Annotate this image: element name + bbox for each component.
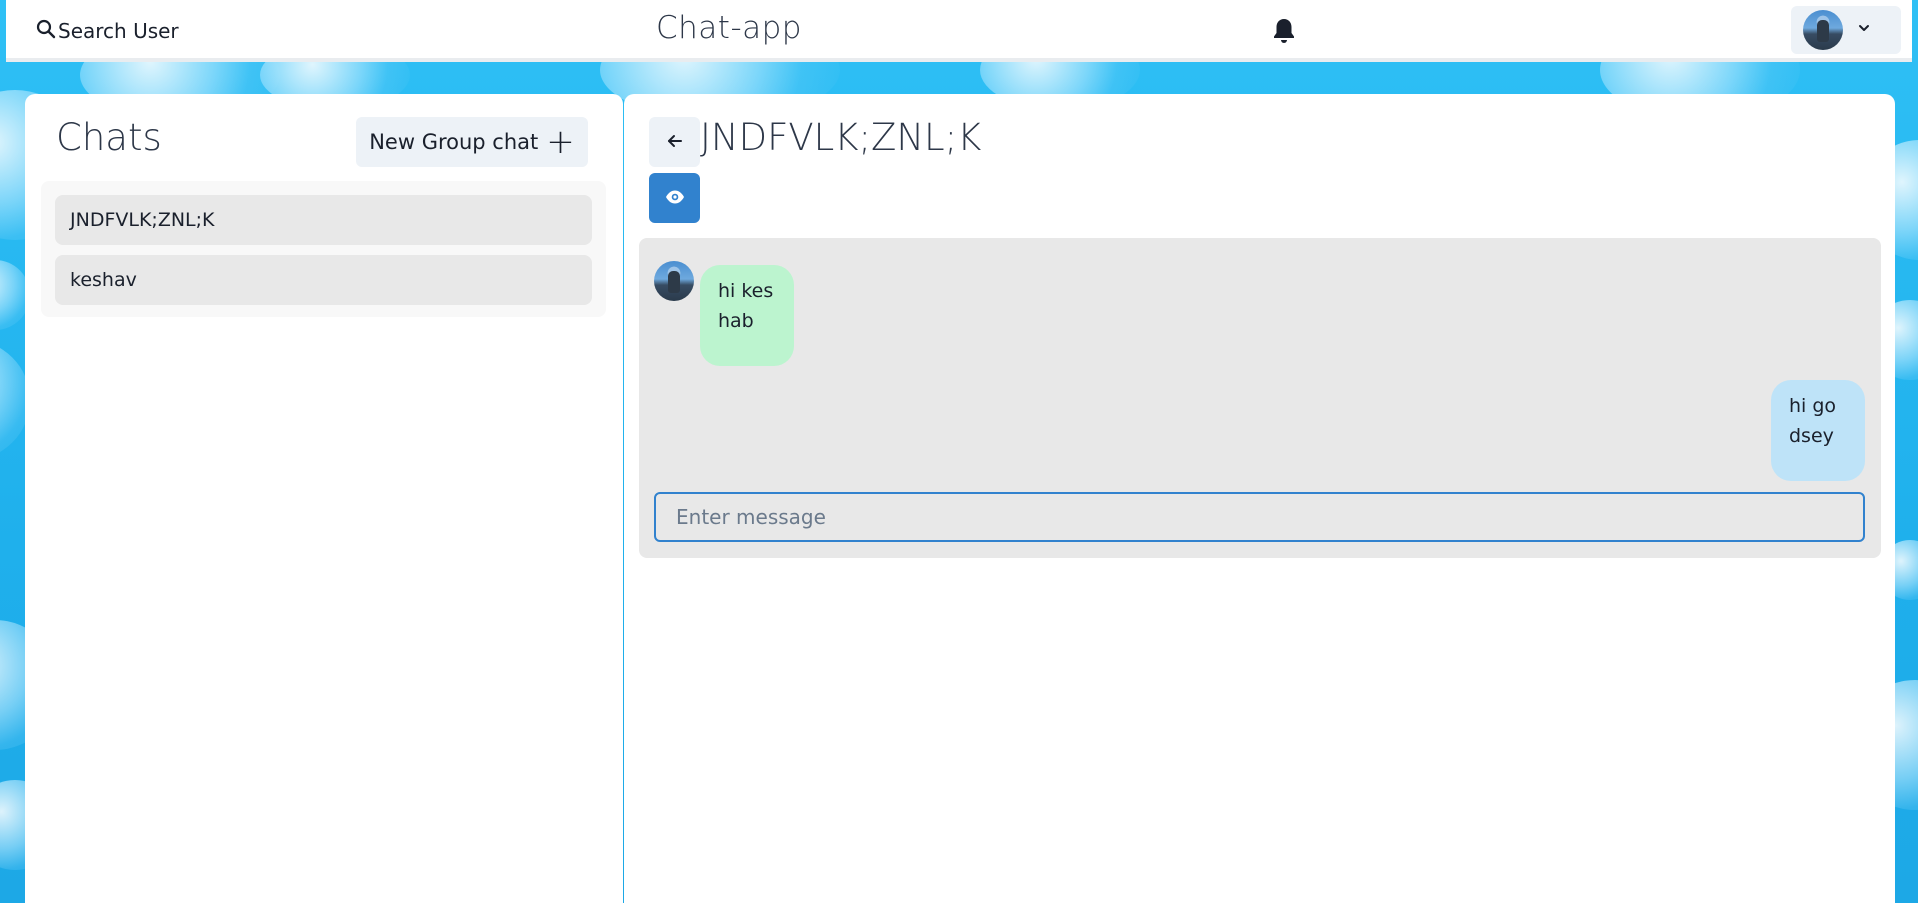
new-group-chat-button[interactable]: New Group chat + <box>356 117 588 167</box>
chat-list-item[interactable]: keshav <box>55 255 592 305</box>
chevron-down-icon <box>1857 21 1871 40</box>
plus-icon: + <box>546 122 575 162</box>
bell-icon[interactable] <box>1272 17 1296 45</box>
conversation-title: JNDFVLK;ZNL;K <box>700 116 982 159</box>
profile-menu-button[interactable] <box>1791 6 1901 54</box>
avatar[interactable] <box>654 261 694 301</box>
message-input[interactable] <box>654 492 1865 542</box>
message-bubble-sent: hi godsey <box>1771 380 1865 481</box>
messages-area: hi keshab hi godsey <box>639 238 1881 558</box>
search-user-button[interactable]: Search User <box>36 14 179 48</box>
new-group-chat-label: New Group chat <box>369 130 539 154</box>
arrow-left-icon <box>666 132 684 153</box>
search-user-label: Search User <box>58 19 179 43</box>
chat-item-name: keshav <box>70 269 137 291</box>
back-button[interactable] <box>649 117 700 167</box>
eye-icon <box>665 187 685 210</box>
chat-item-name: JNDFVLK;ZNL;K <box>70 209 215 231</box>
search-icon <box>36 19 56 44</box>
chat-list: JNDFVLK;ZNL;K keshav <box>41 181 606 317</box>
avatar <box>1803 10 1843 50</box>
view-details-button[interactable] <box>649 173 700 223</box>
conversation-panel: JNDFVLK;ZNL;K hi keshab hi godsey <box>624 94 1895 903</box>
chats-panel: Chats New Group chat + JNDFVLK;ZNL;K kes… <box>25 94 623 903</box>
top-bar: Search User Chat-app <box>6 0 1912 62</box>
chats-title: Chats <box>56 116 162 159</box>
message-bubble-received: hi keshab <box>700 265 794 366</box>
app-title: Chat-app <box>656 10 802 46</box>
chat-list-item[interactable]: JNDFVLK;ZNL;K <box>55 195 592 245</box>
